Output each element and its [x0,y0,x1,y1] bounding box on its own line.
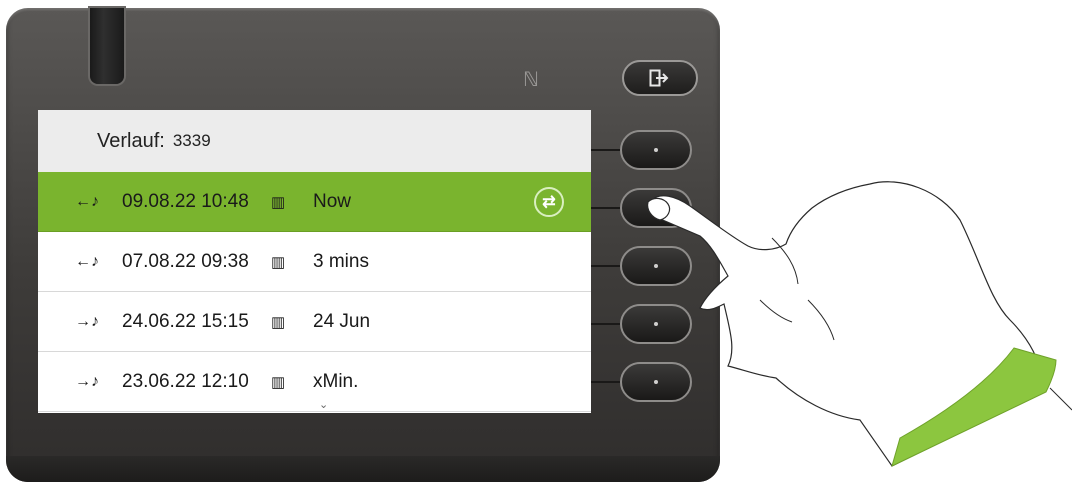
history-row[interactable]: ←♪ 07.08.22 09:38 ▥ 3 mins [38,232,591,292]
call-datetime: 09.08.22 10:48 [122,190,249,212]
call-datetime: 23.06.22 12:10 [122,370,249,392]
call-relative-time: 3 mins [313,250,369,272]
display-screen: Verlauf: 3339 ←♪ 09.08.22 10:48 ▥ Now ⇄ … [38,110,591,413]
logout-button[interactable] [622,60,698,96]
phone-number: 3339 [172,131,211,150]
building-icon: ▥ [271,193,286,211]
softkey-connector [591,265,622,267]
hand-outline [649,181,1047,467]
call-relative-time: Now [313,190,352,212]
phone-rim [6,456,720,482]
incoming-call-icon: ←♪ [75,192,99,210]
handset-cradle [90,8,124,84]
call-relative-time: 24 Jun [313,310,371,332]
softkey-connector [591,207,622,209]
call-relative-time: xMin. [313,370,359,392]
call-datetime: 24.06.22 15:15 [122,310,249,332]
history-row[interactable]: →♪ 24.06.22 15:15 ▥ 24 Jun [38,292,591,352]
history-row[interactable]: ←♪ 09.08.22 10:48 ▥ Now ⇄ [38,172,591,232]
page-title: Verlauf: [97,129,165,152]
softkey-connector [591,323,622,325]
building-icon: ▥ [271,253,286,271]
softkey-dot [654,148,658,152]
sleeve-edge [1049,387,1072,411]
history-header: Verlauf: 3339 [38,110,591,172]
history-row[interactable]: →♪ 23.06.22 12:10 ▥ xMin. [38,352,591,412]
incoming-call-icon: ←♪ [75,252,99,270]
pointing-hand-illustration [647,181,1072,467]
nfc-icon: ℕ [522,67,539,91]
building-icon: ▥ [271,373,286,391]
building-icon: ▥ [271,313,286,331]
logout-icon [649,69,669,87]
callback-refresh-icon[interactable]: ⇄ [534,186,564,217]
chevron-down-icon: ⌄ [319,399,329,411]
softkey-connector [591,149,622,151]
call-datetime: 07.08.22 09:38 [122,250,249,272]
outgoing-call-icon: →♪ [75,372,99,390]
softkey-1[interactable] [620,130,692,170]
outgoing-call-icon: →♪ [75,312,99,330]
finger-nail [647,197,671,221]
softkey-connector [591,381,622,383]
